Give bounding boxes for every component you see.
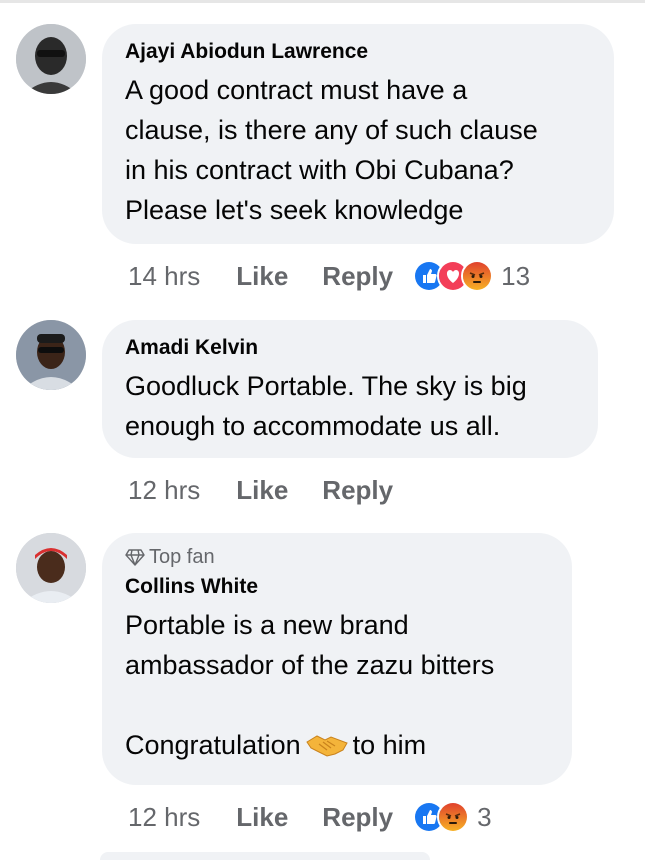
- diamond-icon: [125, 549, 145, 566]
- comment-timestamp[interactable]: 12 hrs: [128, 475, 200, 506]
- top-fan-badge: Top fan: [125, 545, 548, 569]
- like-button[interactable]: Like: [236, 261, 288, 292]
- top-fan-label: Top fan: [149, 545, 215, 568]
- comment-text: Portable is a new brand ambassador of th…: [125, 605, 548, 765]
- reaction-count: 13: [501, 260, 531, 291]
- comment-timestamp[interactable]: 14 hrs: [128, 261, 200, 292]
- reaction-count: 3: [477, 801, 492, 832]
- reply-button[interactable]: Reply: [322, 475, 393, 506]
- comment-bubble: Ajayi Abiodun Lawrence A good contract m…: [102, 24, 614, 244]
- comment-author[interactable]: Amadi Kelvin: [125, 334, 574, 362]
- comment-text: A good contract must have a clause, is t…: [125, 75, 538, 225]
- reaction-summary[interactable]: 13: [413, 260, 530, 292]
- comment-text-tail: to him: [352, 730, 427, 760]
- comment-text: Goodluck Portable. The sky is big enough…: [125, 371, 527, 441]
- angry-icon: [437, 801, 470, 833]
- top-divider: [0, 0, 645, 3]
- comment-author[interactable]: Collins White: [125, 573, 548, 601]
- comment-meta: 14 hrs Like Reply 13: [128, 258, 530, 294]
- like-button[interactable]: Like: [236, 475, 288, 506]
- next-comment-edge: [100, 852, 430, 860]
- comment-meta: 12 hrs Like Reply 3: [128, 799, 492, 835]
- comment-author[interactable]: Ajayi Abiodun Lawrence: [125, 38, 590, 66]
- reply-button[interactable]: Reply: [322, 802, 393, 833]
- reply-button[interactable]: Reply: [322, 261, 393, 292]
- comment-bubble: Top fan Collins White Portable is a new …: [102, 533, 572, 785]
- avatar[interactable]: [16, 533, 86, 603]
- comment-meta: 12 hrs Like Reply: [128, 472, 427, 508]
- comment-timestamp[interactable]: 12 hrs: [128, 802, 200, 833]
- avatar[interactable]: [16, 24, 86, 94]
- comment-bubble: Amadi Kelvin Goodluck Portable. The sky …: [102, 320, 598, 458]
- like-button[interactable]: Like: [236, 802, 288, 833]
- reaction-summary[interactable]: 3: [413, 801, 492, 833]
- angry-icon: [461, 260, 494, 292]
- handshake-emoji: [305, 729, 349, 757]
- avatar[interactable]: [16, 320, 86, 390]
